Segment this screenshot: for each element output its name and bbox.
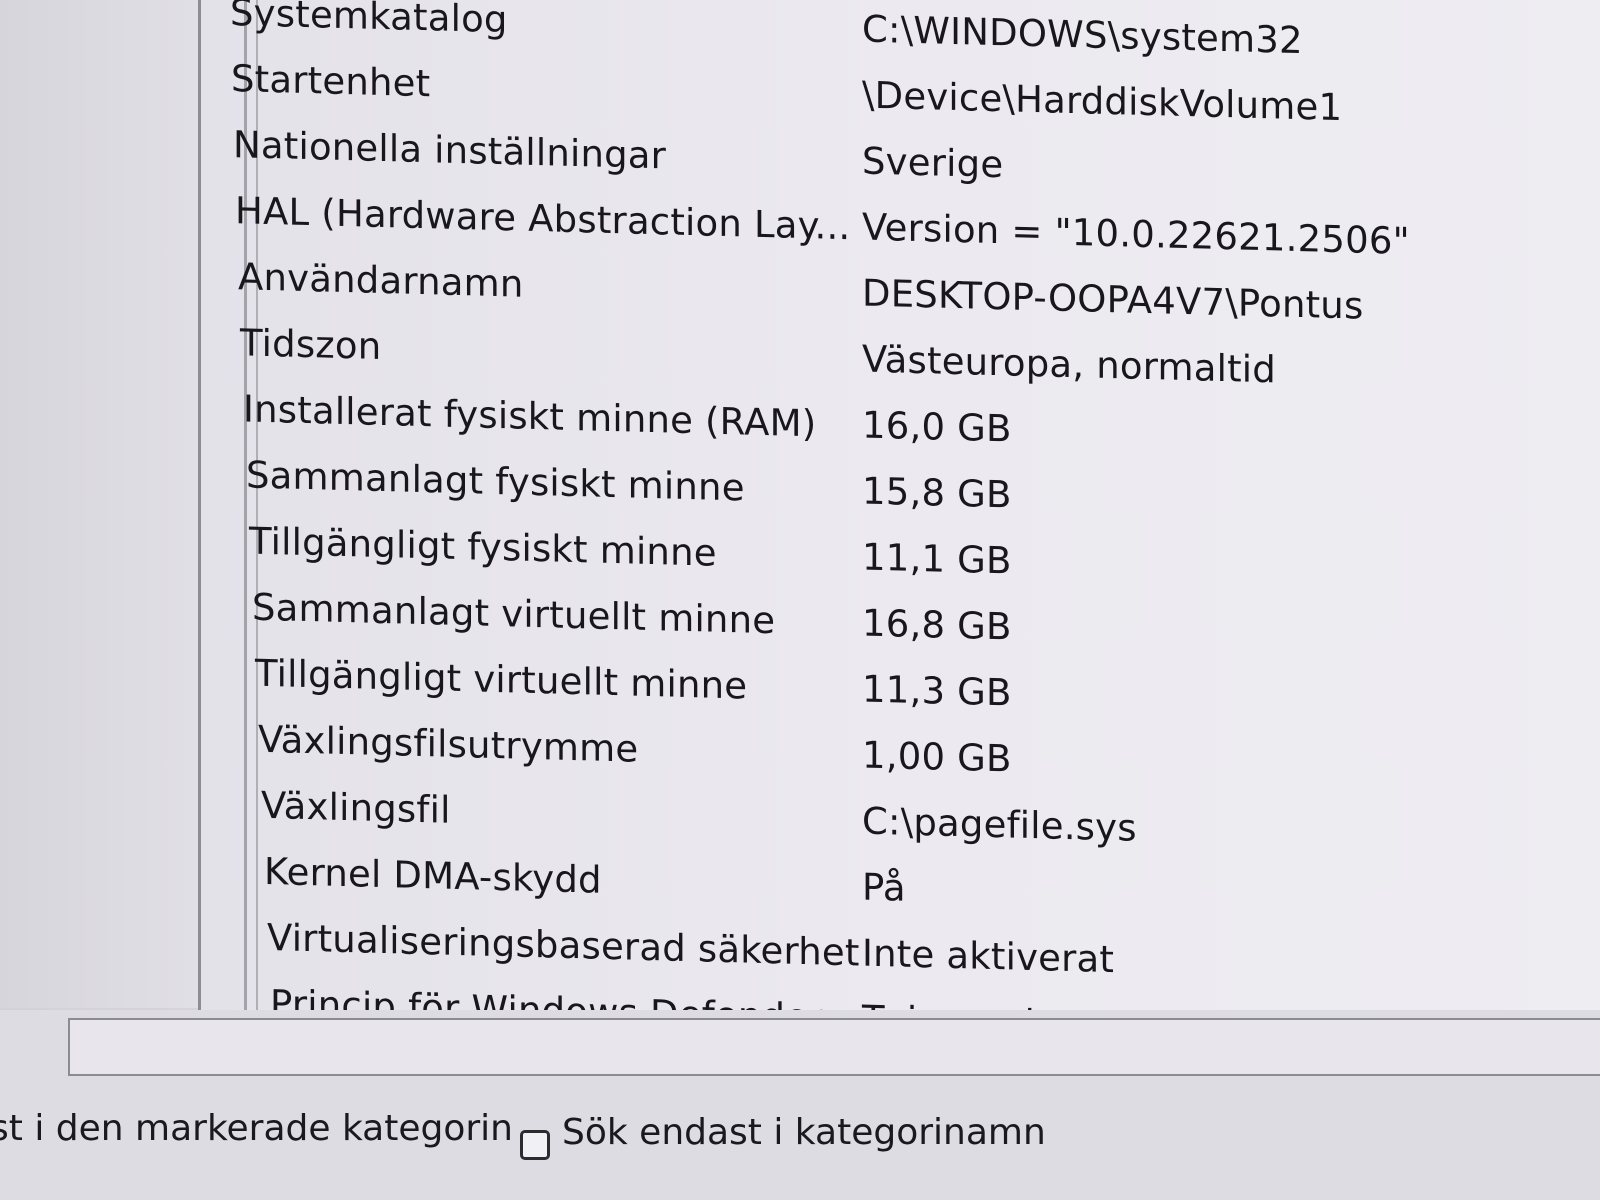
item-value: 11,1 GB <box>862 535 1012 583</box>
item-name: Tidszon <box>240 321 382 368</box>
item-name: Användarnamn <box>238 255 524 306</box>
item-value: Sverige <box>862 139 1004 187</box>
search-category-names-checkbox[interactable] <box>520 1130 550 1160</box>
search-input[interactable] <box>68 1018 1600 1076</box>
item-value: Inte aktiverat <box>862 931 1115 982</box>
item-name: Växlingsfil <box>261 783 451 832</box>
search-category-names-label[interactable]: Sök endast i kategorinamn <box>562 1112 1046 1153</box>
item-value: På <box>862 865 906 910</box>
item-name: Kernel DMA-skydd <box>264 849 602 902</box>
item-name: Startenhet <box>231 57 431 106</box>
system-information-window: Systemkatalog C:\WINDOWS\system32 Starte… <box>0 0 1600 1200</box>
item-value: 11,3 GB <box>862 667 1012 715</box>
search-selected-category-label[interactable]: st i den markerade kategorin <box>0 1108 513 1149</box>
pane-divider[interactable] <box>198 0 201 1010</box>
item-value: C:\pagefile.sys <box>862 799 1137 850</box>
item-name: Växlingsfilsutrymme <box>258 717 639 771</box>
item-value: 16,8 GB <box>862 601 1012 649</box>
item-name: Systemkatalog <box>230 0 508 42</box>
system-summary-list: Systemkatalog C:\WINDOWS\system32 Starte… <box>230 0 1590 1072</box>
item-value: 1,00 GB <box>862 733 1012 781</box>
item-value: Västeuropa, normaltid <box>862 337 1276 392</box>
item-value: C:\WINDOWS\system32 <box>862 7 1303 63</box>
item-value: \Device\HarddiskVolume1 <box>862 73 1343 130</box>
item-value: 15,8 GB <box>862 469 1012 517</box>
item-name: Nationella inställningar <box>233 123 667 178</box>
item-value: 16,0 GB <box>862 403 1012 451</box>
category-tree-pane[interactable] <box>0 0 198 1008</box>
item-name: Tillgängligt fysiskt minne <box>249 519 717 575</box>
